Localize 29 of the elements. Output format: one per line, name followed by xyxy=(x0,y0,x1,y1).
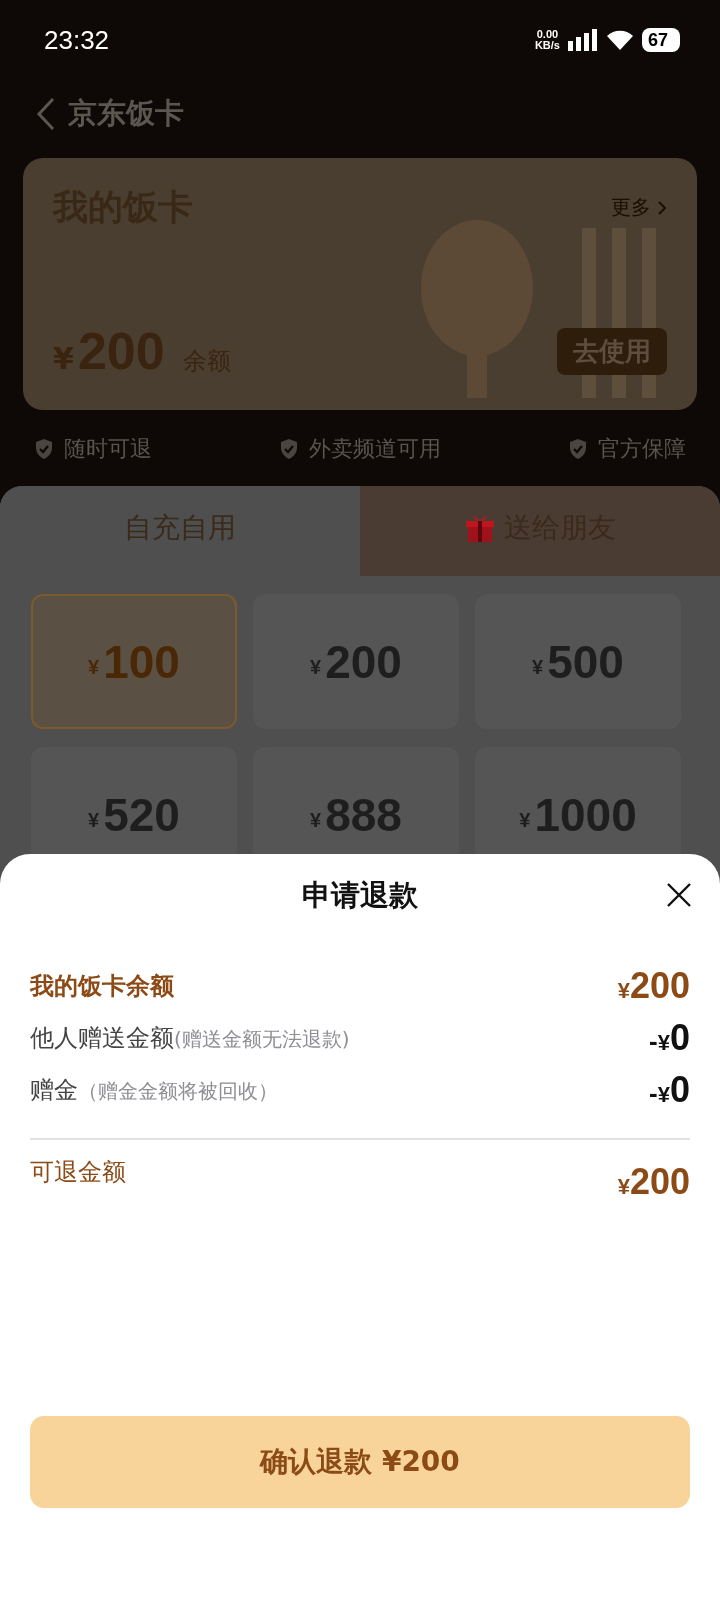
amount-option[interactable]: ¥100 xyxy=(31,594,237,729)
shield-check-icon xyxy=(568,438,588,460)
row-note: （赠金金额将被回收） xyxy=(78,1078,278,1105)
shield-check-icon xyxy=(34,438,54,460)
row-label: 赠金 xyxy=(30,1075,78,1106)
amount-option[interactable]: ¥500 xyxy=(475,594,681,729)
clock-time: 23:32 xyxy=(44,24,110,56)
guarantee-label: 随时可退 xyxy=(64,435,152,463)
refundable-label: 可退金额 xyxy=(30,1157,126,1188)
row-label: 他人赠送金额 xyxy=(30,1023,174,1054)
guarantee-label: 外卖频道可用 xyxy=(309,435,441,463)
row-note: (赠送金额无法退款) xyxy=(174,1027,350,1053)
row-amount: -¥0 xyxy=(649,1017,690,1059)
row-amount: -¥0 xyxy=(649,1069,690,1111)
signal-icon xyxy=(567,29,598,51)
refundable-amount: ¥200 xyxy=(617,1161,690,1203)
amount-option[interactable]: ¥200 xyxy=(253,594,459,729)
chevron-right-icon xyxy=(657,199,667,216)
guarantee-label: 官方保障 xyxy=(598,435,686,463)
confirm-refund-button[interactable]: 确认退款 ¥200 xyxy=(30,1416,690,1508)
row-label: 我的饭卡余额 xyxy=(30,971,174,1002)
shield-check-icon xyxy=(279,438,299,460)
row-amount: ¥200 xyxy=(617,965,690,1007)
wifi-icon xyxy=(605,29,634,51)
back-icon[interactable] xyxy=(36,97,56,131)
battery-indicator: 67 xyxy=(641,28,680,52)
page-title: 京东饭卡 xyxy=(68,95,184,132)
currency-sign: ¥ xyxy=(53,341,74,376)
network-speed: 0.00 KB/s xyxy=(534,29,560,51)
